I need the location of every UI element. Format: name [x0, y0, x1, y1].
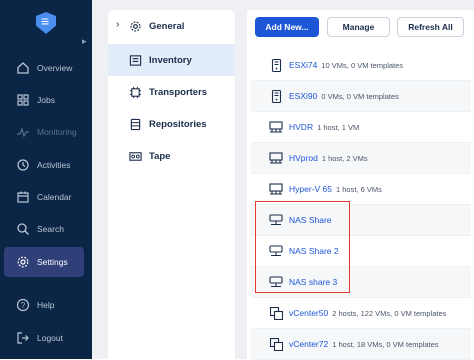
gear-icon	[15, 254, 31, 270]
database-icon	[128, 117, 142, 131]
nav-item-label: Overview	[37, 63, 73, 73]
inventory-row[interactable]: vCenter72 1 host, 18 VMs, 0 VM templates	[251, 329, 471, 360]
inventory-name-link[interactable]: ESXi74	[289, 60, 317, 70]
cluster-icon	[269, 120, 283, 134]
nav-item-help[interactable]: ? Help	[4, 290, 84, 320]
nav-item-label: Activities	[37, 160, 71, 170]
inventory-icon	[128, 53, 142, 67]
inventory-row[interactable]: ESXi74 10 VMs, 0 VM templates	[251, 50, 471, 81]
cluster-icon	[269, 151, 283, 165]
manage-button[interactable]: Manage	[327, 17, 390, 37]
inventory-row[interactable]: vCenter50 2 hosts, 122 VMs, 0 VM templat…	[251, 298, 471, 329]
inventory-desc: 1 host, 18 VMs, 0 VM templates	[332, 339, 439, 349]
server-icon	[269, 89, 283, 103]
vcenter-icon	[269, 306, 283, 320]
inventory-desc: 0 VMs, 0 VM templates	[321, 91, 399, 101]
collapse-sidebar-icon[interactable]: ▸	[82, 36, 87, 47]
sidebar-nav: ▸ Overview Jobs Monitoring Activities Ca…	[0, 0, 92, 359]
search-icon	[15, 221, 31, 237]
nav-item-activities[interactable]: Activities	[4, 150, 84, 180]
calendar-icon	[15, 189, 31, 205]
nav-item-label: Help	[37, 300, 55, 310]
nav-item-label: Monitoring	[37, 127, 77, 137]
nas-highlight-box	[255, 201, 350, 293]
nav-item-logout[interactable]: Logout	[4, 323, 84, 353]
nav-item-monitoring: Monitoring	[4, 117, 84, 147]
inventory-desc: 1 host, 6 VMs	[336, 184, 382, 194]
inventory-desc: 10 VMs, 0 VM templates	[321, 60, 404, 70]
logout-icon	[15, 330, 31, 346]
inventory-name-link[interactable]: Hyper-V 65	[289, 184, 332, 194]
nav-item-label: Calendar	[37, 192, 72, 202]
inventory-name-link[interactable]: HVDR	[289, 122, 313, 132]
svg-text:?: ?	[21, 301, 26, 310]
nav-item-label: Jobs	[37, 95, 55, 105]
tape-icon	[128, 149, 142, 163]
inventory-desc: 2 hosts, 122 VMs, 0 VM templates	[332, 308, 447, 318]
help-icon: ?	[15, 297, 31, 313]
nav-item-overview[interactable]: Overview	[4, 53, 84, 83]
chevron-right-icon[interactable]: ›	[116, 19, 119, 30]
settings-item-general[interactable]: › General	[108, 10, 235, 42]
nav-item-search[interactable]: Search	[4, 214, 84, 244]
inventory-name-link[interactable]: vCenter72	[289, 339, 328, 349]
settings-item-label: Repositories	[149, 118, 207, 130]
cluster-icon	[269, 182, 283, 196]
nav-item-label: Logout	[37, 333, 63, 343]
settings-item-inventory[interactable]: Inventory	[108, 44, 235, 76]
inventory-row[interactable]: HVDR 1 host, 1 VM	[251, 112, 471, 143]
grid-icon	[15, 92, 31, 108]
chip-icon	[128, 85, 142, 99]
settings-item-tape[interactable]: Tape	[108, 140, 235, 172]
inventory-name-link[interactable]: HVprod	[289, 153, 318, 163]
inventory-name-link[interactable]: ESXi90	[289, 91, 317, 101]
clock-icon	[15, 157, 31, 173]
home-icon	[15, 60, 31, 76]
nav-item-label: Search	[37, 224, 64, 234]
nav-item-calendar[interactable]: Calendar	[4, 182, 84, 212]
settings-item-label: Tape	[149, 150, 171, 162]
inventory-desc: 1 host, 1 VM	[317, 122, 360, 132]
settings-menu: › General Inventory Transporters Reposit…	[108, 10, 235, 359]
settings-item-label: Inventory	[149, 54, 192, 66]
vcenter-icon	[269, 337, 283, 351]
settings-item-transporters[interactable]: Transporters	[108, 76, 235, 108]
settings-item-label: General	[149, 20, 185, 32]
settings-item-label: Transporters	[149, 86, 208, 98]
inventory-name-link[interactable]: vCenter50	[289, 308, 328, 318]
inventory-desc: 1 host, 2 VMs	[321, 153, 368, 163]
settings-menu-area: › General Inventory Transporters Reposit…	[92, 0, 243, 359]
nav-item-label: Settings	[37, 257, 68, 267]
server-icon	[269, 58, 283, 72]
gear-icon	[128, 19, 142, 33]
app-logo-icon	[36, 12, 56, 34]
inventory-row[interactable]: ESXi90 0 VMs, 0 VM templates	[251, 81, 471, 112]
refresh-all-button[interactable]: Refresh All	[397, 17, 464, 37]
nav-item-settings[interactable]: Settings	[4, 247, 84, 277]
nav-item-jobs[interactable]: Jobs	[4, 85, 84, 115]
settings-item-repositories[interactable]: Repositories	[108, 108, 235, 140]
activity-icon	[15, 124, 31, 140]
add-new-button[interactable]: Add New...	[255, 17, 319, 37]
inventory-row[interactable]: HVprod 1 host, 2 VMs	[251, 143, 471, 174]
